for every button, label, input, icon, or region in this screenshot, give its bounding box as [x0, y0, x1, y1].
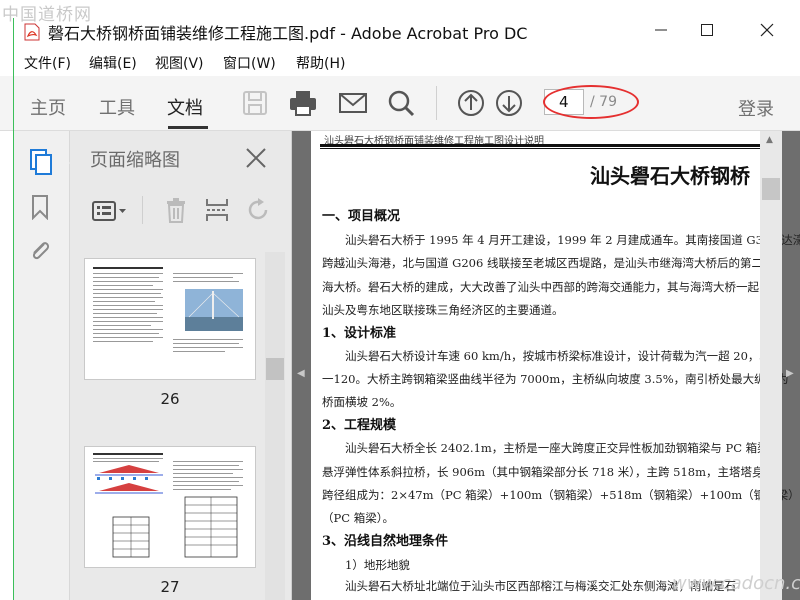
- panel-pointer: [60, 154, 70, 172]
- collapse-right-arrow[interactable]: ▶: [786, 368, 794, 379]
- panel-toolbar: [70, 188, 292, 232]
- paragraph-line: 汕头礐石大桥全长 2402.1m，主桥是一座大跨度正交异性板加劲钢箱梁与 PC …: [345, 441, 781, 455]
- tab-tools[interactable]: 工具: [99, 94, 135, 120]
- scroll-up-icon[interactable]: ▲: [766, 135, 773, 145]
- toolbar: 主页 工具 文档 4 / 79 登录: [0, 76, 800, 131]
- paragraph-line: （PC 箱梁）。: [322, 511, 394, 525]
- tab-document[interactable]: 文档: [167, 94, 203, 120]
- paragraph-line: 跨越汕头海港，北与国道 G206 线联接至老城区西堤路，是汕头市继海湾大桥后的第…: [322, 256, 775, 270]
- acrobat-app-icon: [24, 23, 40, 41]
- paragraph-line: 桥面横坡 2%。: [322, 395, 402, 409]
- active-tab-underline: [168, 126, 208, 129]
- rotate-icon[interactable]: [246, 198, 272, 222]
- delete-page-icon[interactable]: [164, 197, 188, 223]
- thumbnail-scrollbar-thumb[interactable]: [266, 358, 284, 380]
- menu-edit[interactable]: 编辑(E): [89, 53, 137, 73]
- thumbnail-page-number: 27: [160, 578, 180, 596]
- extract-page-icon[interactable]: [204, 197, 230, 223]
- save-icon[interactable]: [240, 88, 270, 118]
- panel-toolbar-divider: [142, 196, 143, 224]
- watermark-bottom: www.cadocn.com: [672, 573, 800, 594]
- thumbnail-scrollbar[interactable]: [265, 252, 285, 600]
- arrow-up-icon[interactable]: [456, 88, 486, 118]
- paragraph-line: 跨径组成为：2×47m（PC 箱梁）+100m（钢箱梁）+518m（钢箱梁）+1…: [322, 488, 800, 502]
- panel-title: 页面缩略图: [90, 150, 180, 171]
- red-highlight-circle: [543, 85, 639, 119]
- toolbar-divider: [436, 86, 437, 120]
- document-scrollbar-thumb[interactable]: [762, 178, 780, 200]
- header-rule-thin: [320, 148, 761, 149]
- menu-bar: 文件(F) 编辑(E) 视图(V) 窗口(W) 帮助(H): [0, 46, 800, 76]
- header-rule: [320, 144, 761, 147]
- maximize-button[interactable]: [684, 14, 730, 46]
- section-heading: 一、项目概况: [322, 209, 401, 224]
- page-thumbnail-27[interactable]: [84, 446, 256, 568]
- arrow-down-icon[interactable]: [494, 88, 524, 118]
- close-icon: [760, 23, 774, 37]
- menu-view[interactable]: 视图(V): [155, 53, 204, 73]
- paragraph-line: 悬浮弹性体系斜拉桥，长 906m（其中钢箱梁部分长 718 米），主跨 518m…: [322, 465, 776, 479]
- paragraph-line: 汕头礐石大桥于 1995 年 4 月开工建设，1999 年 2 月建成通车。其南…: [345, 233, 800, 247]
- menu-help[interactable]: 帮助(H): [296, 53, 345, 73]
- minimize-button[interactable]: [638, 14, 684, 46]
- menu-file[interactable]: 文件(F): [24, 53, 71, 73]
- maximize-icon: [701, 24, 713, 36]
- page-thumbnails-icon[interactable]: [28, 148, 54, 176]
- bookmark-icon[interactable]: [30, 194, 50, 220]
- thumbnail-preview: [93, 267, 243, 352]
- print-icon[interactable]: [288, 88, 318, 118]
- close-window-button[interactable]: [744, 14, 790, 46]
- paragraph-line: 一120。大桥主跨钢箱梁竖曲线半径为 7000m，主桥纵向坡度 3.5%，南引桥…: [322, 372, 789, 386]
- page-thumbnail-26[interactable]: [84, 258, 256, 380]
- paragraph-line: 1）地形地貌: [345, 558, 410, 572]
- login-button[interactable]: 登录: [738, 95, 774, 121]
- section-heading: 3、沿线自然地理条件: [322, 534, 449, 549]
- menu-window[interactable]: 窗口(W): [223, 53, 276, 73]
- minimize-icon: [655, 29, 667, 31]
- email-icon[interactable]: [338, 88, 368, 118]
- search-icon[interactable]: [386, 88, 416, 118]
- thumbnail-options-icon[interactable]: [92, 200, 128, 222]
- paragraph-line: 汕头及粤东地区联接珠三角经济区的主要通道。: [322, 303, 564, 317]
- window-title: 磬石大桥钢桥面铺装维修工程施工图.pdf - Adobe Acrobat Pro…: [48, 24, 528, 43]
- paragraph-line: 汕头礐石大桥设计车速 60 km/h，按城市桥梁标准设计，设计荷载为汽一超 20…: [345, 349, 783, 363]
- close-icon[interactable]: [244, 146, 268, 170]
- section-heading: 1、设计标准: [322, 326, 397, 341]
- collapse-left-arrow[interactable]: ◀: [297, 368, 305, 379]
- thumbnail-preview: [93, 453, 243, 558]
- thumbnail-page-number: 26: [160, 390, 180, 408]
- tab-home[interactable]: 主页: [30, 94, 66, 120]
- document-title: 汕头礐石大桥钢桥: [590, 164, 750, 188]
- document-scrollbar[interactable]: [760, 131, 782, 600]
- paragraph-line: 海大桥。礐石大桥的建成，大大改善了汕头中西部的跨海交通能力，其与海湾大桥一起，: [322, 280, 771, 294]
- attachment-icon[interactable]: [28, 238, 52, 264]
- section-heading: 2、工程规模: [322, 418, 397, 433]
